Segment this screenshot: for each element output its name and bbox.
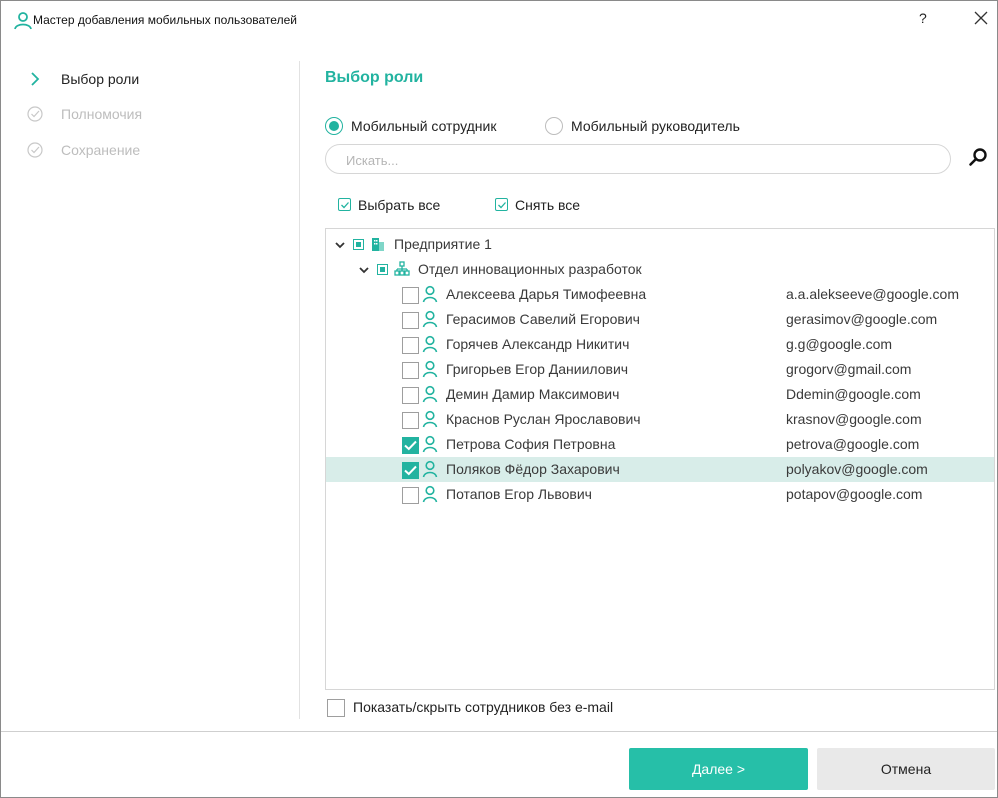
chevron-down-icon[interactable] (335, 240, 345, 250)
user-icon (422, 385, 438, 403)
help-button[interactable]: ? (919, 10, 927, 26)
show-without-email-label: Показать/скрыть сотрудников без e-mail (353, 699, 614, 715)
user-icon (14, 12, 32, 30)
wizard-window: Мастер добавления мобильных пользователе… (0, 0, 998, 798)
employee-checkbox[interactable] (402, 462, 419, 479)
partial-checkbox[interactable] (377, 264, 388, 275)
user-icon (422, 285, 438, 303)
employee-email: g.g@google.com (786, 336, 893, 352)
employee-row[interactable]: Петрова София Петровна petrova@google.com (326, 432, 994, 457)
check-square-icon (495, 198, 508, 211)
check-square-icon (338, 198, 351, 211)
user-icon (422, 485, 438, 503)
chevron-right-icon (31, 72, 40, 86)
employee-checkbox[interactable] (402, 487, 419, 504)
show-without-email-checkbox[interactable] (327, 699, 345, 717)
employee-name: Поляков Фёдор Захарович (446, 461, 620, 477)
search-box[interactable] (325, 144, 951, 174)
check-circle-icon (27, 106, 43, 122)
search-input[interactable] (344, 150, 938, 170)
employee-name: Алексеева Дарья Тимофеевна (446, 286, 647, 302)
nav-step-label: Сохранение (61, 142, 141, 158)
employee-row[interactable]: Горячев Александр Никитич g.g@google.com (326, 332, 994, 357)
employee-name: Потапов Егор Львович (446, 486, 592, 502)
page-title: Выбор роли (325, 69, 424, 86)
employee-tree: Предприятие 1 Отдел инновационных разраб… (325, 228, 995, 690)
employee-email: petrova@google.com (786, 436, 920, 452)
tree-department-label: Отдел инновационных разработок (418, 261, 642, 277)
employee-row[interactable]: Краснов Руслан Ярославович krasnov@google… (326, 407, 994, 432)
employee-email: Ddemin@google.com (786, 386, 921, 402)
user-icon (422, 310, 438, 328)
user-icon (422, 460, 438, 478)
search-icon[interactable] (967, 147, 989, 169)
building-icon (372, 238, 384, 251)
employee-name: Горячев Александр Никитич (446, 336, 630, 352)
tree-root-label: Предприятие 1 (394, 236, 492, 252)
vertical-divider (299, 61, 300, 719)
employee-row[interactable]: Поляков Фёдор Захарович polyakov@google.c… (326, 457, 994, 482)
user-icon (422, 360, 438, 378)
employee-name: Краснов Руслан Ярославович (446, 411, 641, 427)
select-all-label: Выбрать все (358, 197, 441, 213)
close-icon[interactable] (969, 6, 993, 30)
check-circle-icon (27, 142, 43, 158)
org-structure-icon (394, 261, 410, 276)
radio-dot[interactable] (545, 117, 563, 135)
employee-checkbox[interactable] (402, 437, 419, 454)
employee-name: Григорьев Егор Даниилович (446, 361, 629, 377)
employee-email: gerasimov@google.com (786, 311, 938, 327)
user-icon (422, 410, 438, 428)
employee-row[interactable]: Демин Дамир Максимович Ddemin@google.com (326, 382, 994, 407)
employee-checkbox[interactable] (402, 412, 419, 429)
employee-checkbox[interactable] (402, 387, 419, 404)
footer-divider (1, 731, 997, 732)
deselect-all-label: Снять все (515, 197, 581, 213)
tree-root-node[interactable]: Предприятие 1 (326, 232, 994, 257)
radio-label: Мобильный сотрудник (351, 118, 497, 134)
employee-email: a.a.alekseeve@google.com (786, 286, 959, 302)
employee-checkbox[interactable] (402, 337, 419, 354)
window-title: Мастер добавления мобильных пользователе… (33, 13, 297, 27)
employee-name: Демин Дамир Максимович (446, 386, 620, 402)
employee-name: Петрова София Петровна (446, 436, 616, 452)
employee-email: potapov@google.com (786, 486, 923, 502)
nav-step-label: Полномочия (61, 106, 143, 122)
employee-email: grogorv@gmail.com (786, 361, 912, 377)
tree-department-node[interactable]: Отдел инновационных разработок (326, 257, 994, 282)
next-button[interactable]: Далее > (629, 748, 808, 790)
radio-dot[interactable] (325, 117, 343, 135)
employee-checkbox[interactable] (402, 287, 419, 304)
chevron-down-icon[interactable] (359, 265, 369, 275)
title-bar: Мастер добавления мобильных пользователе… (1, 1, 997, 41)
employee-checkbox[interactable] (402, 362, 419, 379)
cancel-button[interactable]: Отмена (817, 748, 995, 790)
radio-label: Мобильный руководитель (571, 118, 740, 134)
employee-name: Герасимов Савелий Егорович (446, 311, 640, 327)
user-icon (422, 335, 438, 353)
user-icon (422, 435, 438, 453)
nav-step-label: Выбор роли (61, 71, 140, 87)
employee-row[interactable]: Потапов Егор Львович potapov@google.com (326, 482, 994, 507)
partial-checkbox[interactable] (353, 239, 364, 250)
employee-checkbox[interactable] (402, 312, 419, 329)
employee-email: krasnov@google.com (786, 411, 922, 427)
employee-row[interactable]: Григорьев Егор Даниилович grogorv@gmail.c… (326, 357, 994, 382)
employee-email: polyakov@google.com (786, 461, 928, 477)
employee-row[interactable]: Герасимов Савелий Егорович gerasimov@goog… (326, 307, 994, 332)
employee-row[interactable]: Алексеева Дарья Тимофеевна a.a.alekseeve@… (326, 282, 994, 307)
